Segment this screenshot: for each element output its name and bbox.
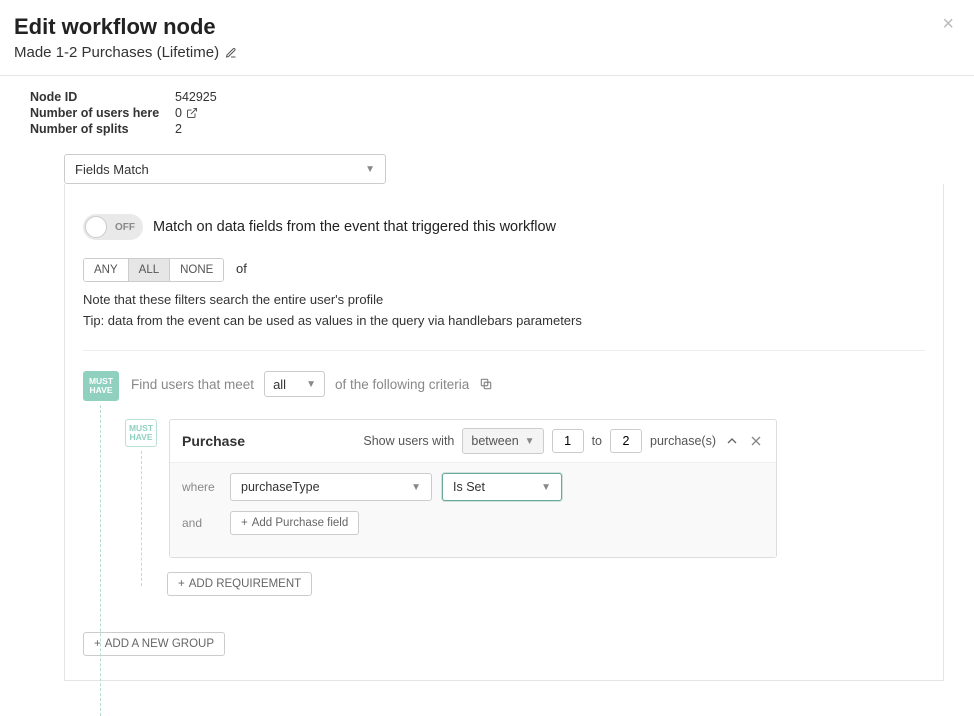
splits-label: Number of splits: [30, 122, 175, 136]
node-id-label: Node ID: [30, 90, 175, 104]
operator-select[interactable]: Is Set ▼: [442, 473, 562, 501]
edit-icon[interactable]: [225, 47, 237, 59]
note-profile: Note that these filters search the entir…: [83, 292, 925, 307]
chevron-down-icon: ▼: [306, 379, 316, 390]
logic-all[interactable]: ALL: [129, 259, 170, 281]
add-purchase-field-button[interactable]: + Add Purchase field: [230, 511, 359, 535]
and-label: and: [182, 516, 220, 530]
find-pre: Find users that meet: [131, 377, 254, 392]
modal-title: Edit workflow node: [14, 14, 237, 40]
must-have-badge: MUSTHAVE: [83, 371, 119, 401]
logic-group: ANY ALL NONE: [83, 258, 224, 282]
criteria-quantifier-select[interactable]: all ▼: [264, 371, 325, 397]
range-unit: purchase(s): [650, 434, 716, 448]
range-select[interactable]: between ▼: [462, 428, 543, 454]
splits-value: 2: [175, 122, 182, 136]
logic-of: of: [236, 261, 247, 276]
logic-any[interactable]: ANY: [84, 259, 129, 281]
chevron-down-icon: ▼: [525, 436, 535, 447]
toggle-state: OFF: [115, 222, 135, 233]
must-have-badge-inner: MUSTHAVE: [125, 419, 157, 447]
range-from-input[interactable]: [552, 429, 584, 453]
range-to-word: to: [592, 434, 602, 448]
modal-subtitle: Made 1-2 Purchases (Lifetime): [14, 44, 237, 61]
plus-icon: +: [178, 578, 185, 590]
purchase-title: Purchase: [182, 433, 245, 449]
field-select[interactable]: purchaseType ▼: [230, 473, 432, 501]
users-value: 0: [175, 106, 182, 120]
modal-header: Edit workflow node Made 1-2 Purchases (L…: [0, 0, 974, 76]
collapse-icon[interactable]: [724, 433, 740, 449]
note-handlebars: Tip: data from the event can be used as …: [83, 313, 925, 328]
node-type-select[interactable]: Fields Match ▼: [64, 154, 386, 184]
users-label: Number of users here: [30, 106, 175, 120]
plus-icon: +: [241, 517, 248, 529]
toggle-label: Match on data fields from the event that…: [153, 219, 556, 235]
node-id-value: 542925: [175, 90, 217, 104]
subtitle-text: Made 1-2 Purchases (Lifetime): [14, 44, 219, 61]
remove-icon[interactable]: [748, 433, 764, 449]
chevron-down-icon: ▼: [411, 482, 421, 493]
logic-none[interactable]: NONE: [170, 259, 223, 281]
copy-icon[interactable]: [479, 377, 493, 391]
external-link-icon[interactable]: [186, 107, 198, 119]
trigger-event-toggle[interactable]: OFF: [83, 214, 143, 240]
find-post: of the following criteria: [335, 377, 469, 392]
where-label: where: [182, 480, 220, 494]
node-type-value: Fields Match: [75, 162, 149, 177]
toggle-knob: [85, 216, 107, 238]
chevron-down-icon: ▼: [365, 164, 375, 175]
add-group-button[interactable]: + ADD A NEW GROUP: [83, 632, 225, 656]
show-users-label: Show users with: [363, 434, 454, 448]
range-to-input[interactable]: [610, 429, 642, 453]
purchase-card: Purchase Show users with between ▼: [169, 419, 777, 558]
add-requirement-button[interactable]: + ADD REQUIREMENT: [167, 572, 312, 596]
chevron-down-icon: ▼: [541, 482, 551, 493]
close-icon[interactable]: ×: [942, 14, 954, 34]
